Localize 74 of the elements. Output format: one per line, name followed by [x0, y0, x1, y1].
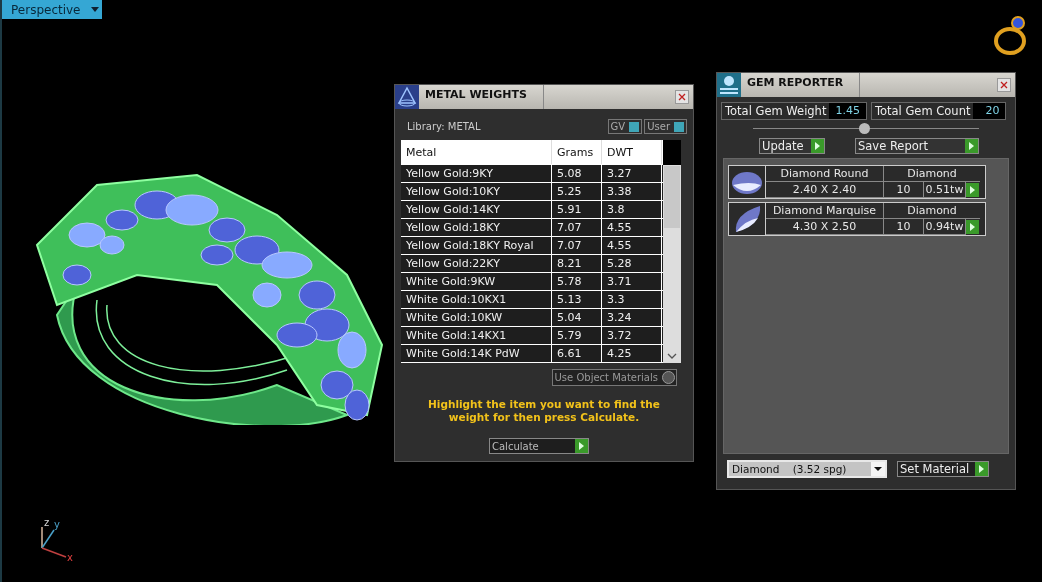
library-label: Library: METAL — [407, 121, 481, 132]
table-cell: White Gold:10KW — [401, 309, 552, 326]
cone-icon — [395, 85, 419, 109]
scroll-thumb[interactable] — [664, 166, 680, 228]
table-cell: 5.91 — [552, 201, 602, 218]
table-cell: 7.07 — [552, 237, 602, 254]
table-cell: 8.21 — [552, 255, 602, 272]
scroll-down-icon[interactable] — [667, 353, 677, 359]
close-button[interactable] — [675, 90, 689, 104]
panel-title: GEM REPORTER — [741, 73, 861, 97]
play-icon — [811, 139, 824, 153]
report-icon — [717, 73, 741, 97]
table-cell: 7.07 — [552, 219, 602, 236]
table-cell: Yellow Gold:9KY — [401, 165, 552, 182]
total-label: Total Gem Weight — [722, 103, 830, 119]
material-dropdown[interactable]: Diamond (3.52 spg) — [727, 460, 887, 478]
play-icon — [965, 139, 978, 153]
play-icon — [575, 439, 588, 453]
table-cell: 3.38 — [602, 183, 662, 200]
total-value: 20 — [973, 103, 1006, 119]
size-cell: 4.30 X 2.50 — [766, 219, 884, 235]
table-cell: 3.72 — [602, 327, 662, 344]
table-cell: Yellow Gold:18KY — [401, 219, 552, 236]
table-cell: 5.28 — [602, 255, 662, 272]
use-object-materials-toggle[interactable]: Use Object Materials — [551, 369, 677, 386]
table-cell: 5.78 — [552, 273, 602, 290]
play-button[interactable] — [966, 220, 979, 234]
table-cell: Yellow Gold:22KY — [401, 255, 552, 272]
gem-name-cell: Diamond Round — [766, 166, 884, 182]
count-cell: 10 — [884, 182, 924, 198]
table-cell: White Gold:9KW — [401, 273, 552, 290]
viewport-dropdown[interactable]: Perspective — [2, 0, 102, 19]
count-cell: 10 — [884, 219, 924, 235]
calculate-button[interactable]: Calculate — [489, 438, 589, 454]
table-cell: 5.08 — [552, 165, 602, 182]
table-cell: 3.3 — [602, 291, 662, 308]
table-cell: 4.55 — [602, 237, 662, 254]
total-label: Total Gem Count — [871, 103, 974, 119]
table-cell: 3.71 — [602, 273, 662, 290]
report-button[interactable]: Update — [759, 138, 825, 154]
report-button[interactable]: Save Report — [855, 138, 979, 154]
table-cell: 3.8 — [602, 201, 662, 218]
table-cell: 5.04 — [552, 309, 602, 326]
total-value: 1.45 — [829, 103, 866, 119]
table-cell: White Gold:14K PdW — [401, 345, 552, 362]
toggle-switch[interactable]: User — [644, 119, 687, 134]
axis-gizmo-drawing: z y x — [32, 512, 82, 562]
table-cell: Yellow Gold:10KY — [401, 183, 552, 200]
table-cell: 6.61 — [552, 345, 602, 362]
toggle-switch[interactable]: GV — [607, 119, 643, 134]
table-cell: 5.13 — [552, 291, 602, 308]
caret-icon — [90, 7, 99, 12]
play-button[interactable] — [966, 183, 979, 197]
set-material-button[interactable]: Set Material — [897, 461, 989, 477]
material-cell: Diamond — [884, 166, 980, 182]
close-button[interactable] — [997, 78, 1011, 92]
table-cell: 4.25 — [602, 345, 662, 362]
table-cell: White Gold:14KX1 — [401, 327, 552, 344]
table-cell: Yellow Gold:18KY Royal — [401, 237, 552, 254]
scrollbar[interactable] — [663, 140, 681, 363]
table-cell: 5.25 — [552, 183, 602, 200]
table-cell: Yellow Gold:14KY — [401, 201, 552, 218]
table-cell: 3.27 — [602, 165, 662, 182]
size-cell: 2.40 X 2.40 — [766, 182, 884, 198]
table-cell: 3.24 — [602, 309, 662, 326]
table-cell: White Gold:10KX1 — [401, 291, 552, 308]
panel-title: METAL WEIGHTS — [419, 85, 544, 109]
gem-name-cell: Diamond Marquise — [766, 203, 884, 219]
header-corner — [663, 140, 681, 165]
table-cell: 4.55 — [602, 219, 662, 236]
material-cell: Diamond — [884, 203, 980, 219]
instruction-text: Highlight the item you want to find the weight for then press Calculate. — [427, 398, 661, 424]
table-cell: 5.79 — [552, 327, 602, 344]
play-icon — [975, 462, 988, 476]
